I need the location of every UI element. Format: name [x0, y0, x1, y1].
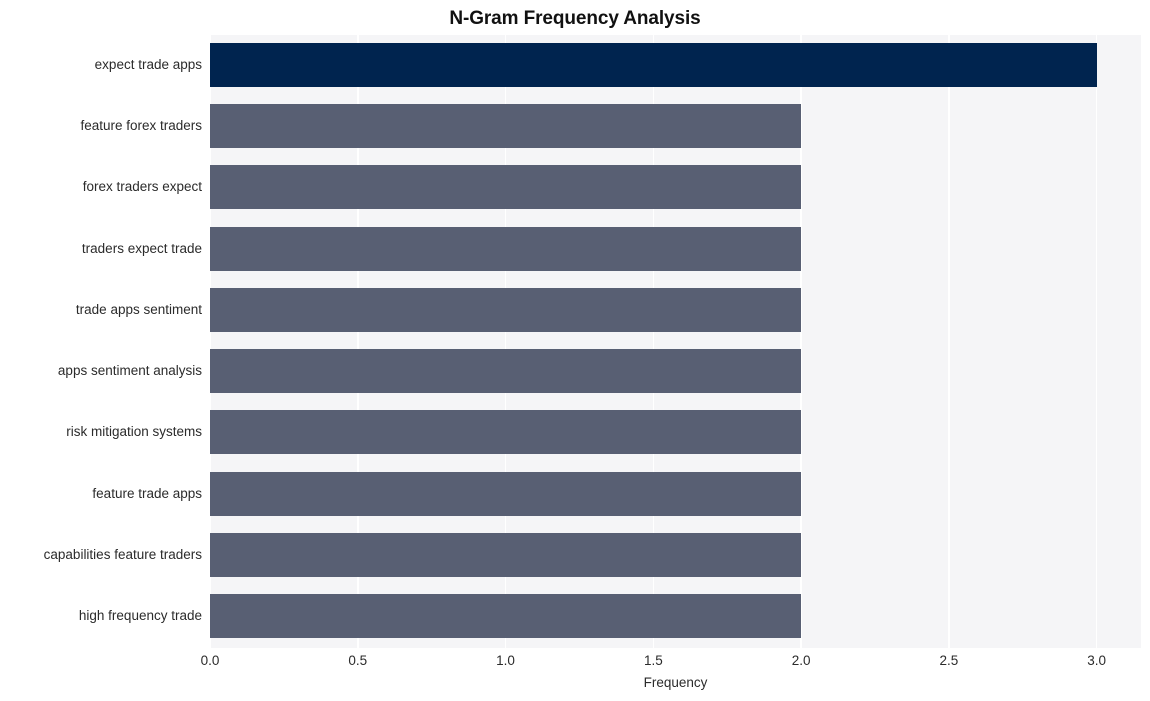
x-tick-label-1.5: 1.5	[643, 653, 663, 668]
bar-2[interactable]	[210, 165, 802, 210]
bar-7[interactable]	[210, 471, 802, 516]
x-tick-label-3.0: 3.0	[1087, 653, 1107, 668]
y-tick-label-6: risk mitigation systems	[66, 424, 202, 440]
bar-6[interactable]	[210, 410, 802, 455]
y-tick-label-0: expect trade apps	[94, 56, 202, 72]
bar-9[interactable]	[210, 594, 802, 639]
plot-area	[210, 35, 1141, 648]
y-tick-label-9: high frequency trade	[78, 608, 202, 624]
y-tick-label-3: traders expect trade	[81, 240, 202, 256]
y-tick-label-4: trade apps sentiment	[75, 301, 202, 317]
chart-figure: N-Gram Frequency Analysis expect trade a…	[0, 0, 1150, 701]
y-tick-label-8: capabilities feature traders	[43, 547, 202, 563]
x-tick-label-0.0: 0.0	[200, 653, 220, 668]
x-tick-label-2.5: 2.5	[939, 653, 959, 668]
bar-0[interactable]	[210, 42, 1097, 87]
bar-8[interactable]	[210, 533, 802, 578]
bar-3[interactable]	[210, 226, 802, 271]
x-axis-title: Frequency	[643, 675, 708, 690]
x-tick-label-2.0: 2.0	[791, 653, 811, 668]
y-tick-label-1: feature forex traders	[80, 117, 202, 133]
bar-5[interactable]	[210, 349, 802, 394]
bar-1[interactable]	[210, 103, 802, 148]
gridline-x-3.0	[1095, 35, 1098, 648]
y-tick-label-7: feature trade apps	[92, 485, 202, 501]
x-tick-label-1.0: 1.0	[496, 653, 515, 668]
y-tick-label-5: apps sentiment analysis	[57, 363, 202, 379]
gridline-x-2.5	[948, 35, 950, 648]
y-tick-label-2: forex traders expect	[82, 179, 202, 195]
chart-title: N-Gram Frequency Analysis	[449, 8, 701, 29]
x-tick-label-0.5: 0.5	[348, 653, 368, 668]
bar-4[interactable]	[210, 287, 802, 332]
y-axis-tick-labels: expect trade apps feature forex traders fo…	[0, 35, 202, 648]
